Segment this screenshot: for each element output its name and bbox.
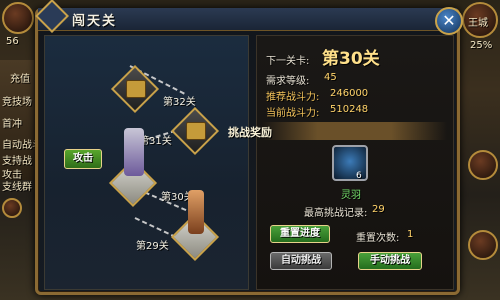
reset-count-label: 重置次数:	[356, 233, 400, 244]
next-stage-value: 第30关	[322, 49, 380, 69]
current-power-label: 当前战斗力:	[266, 108, 320, 119]
close-icon[interactable]: ✕	[435, 7, 463, 35]
stage-32-label: 第32关	[163, 97, 196, 108]
window-title: 闯天关	[72, 14, 118, 29]
required-level-value: 45	[324, 72, 337, 83]
reward-item-count: 6	[356, 171, 362, 181]
hud-left-6[interactable]: 支线群	[2, 178, 32, 193]
player-figure	[188, 190, 204, 234]
reward-item-feather-icon[interactable]	[332, 145, 368, 181]
current-power-value: 510248	[330, 104, 369, 115]
recommended-power-value: 246000	[330, 88, 369, 99]
stage-32-chest-icon[interactable]	[126, 80, 146, 98]
sword-icon[interactable]	[468, 230, 498, 260]
battery-percent: 25%	[470, 40, 493, 51]
attack-button[interactable]: 攻击	[64, 149, 102, 169]
hud-left-4[interactable]: 支持战	[2, 152, 32, 167]
player-avatar[interactable]	[2, 2, 34, 34]
reset-progress-button[interactable]: 重置进度	[270, 225, 330, 243]
chat-icon[interactable]	[2, 198, 22, 218]
stage-29-label: 第29关	[136, 241, 169, 252]
recommended-power-label: 推荐战斗力:	[266, 92, 320, 103]
city-label: 王城	[468, 18, 488, 29]
best-record-label: 最高挑战记录:	[304, 208, 368, 219]
skill-icon[interactable]	[468, 150, 498, 180]
best-record-value: 29	[372, 204, 385, 215]
reset-count-value: 1	[407, 229, 414, 240]
next-stage-label: 下一关卡:	[266, 56, 310, 67]
hud-left-1[interactable]: 竞技场	[2, 93, 32, 108]
manual-challenge-button[interactable]: 手动挑战	[358, 252, 422, 270]
auto-challenge-button[interactable]: 自动挑战	[270, 252, 332, 270]
reward-item-name: 灵羽	[341, 190, 361, 201]
reward-title: 挑战奖励	[228, 126, 272, 139]
player-level: 56	[6, 36, 19, 47]
hud-left-0[interactable]: 充值	[10, 70, 30, 85]
required-level-label: 需求等级:	[266, 76, 310, 87]
